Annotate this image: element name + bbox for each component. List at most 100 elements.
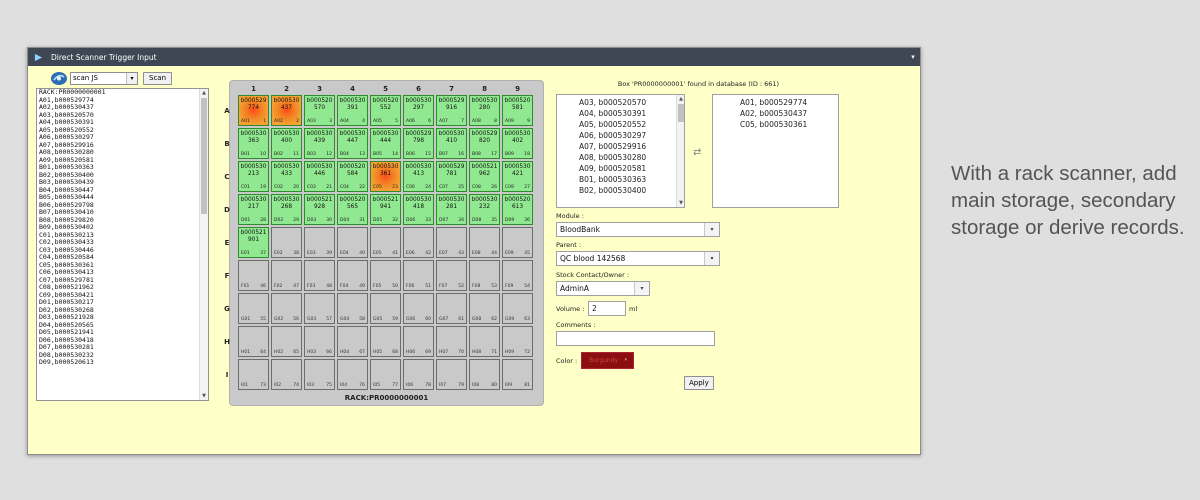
rack-well[interactable]: b000530 421 C09 27 [502, 161, 533, 192]
rack-well[interactable]: b000529 774 A01 1 [238, 95, 269, 126]
parent-select[interactable]: QC blood 142568 ▾ [556, 251, 720, 266]
rack-well[interactable]: H07 70 [436, 326, 467, 357]
rack-well[interactable]: b000520 565 D04 31 [337, 194, 368, 225]
rack-well[interactable]: b000521 962 C08 26 [469, 161, 500, 192]
owner-select[interactable]: AdminA ▾ [556, 281, 650, 296]
rack-well[interactable]: E07 43 [436, 227, 467, 258]
available-samples-list[interactable]: A03, b000520570 A04, b000530391 A05, b0005… [556, 94, 685, 208]
rack-well[interactable]: F03 48 [304, 260, 335, 291]
rack-well[interactable]: b000530 363 B01 10 [238, 128, 269, 159]
window-menu-button[interactable]: ▾ [906, 53, 920, 61]
rack-well[interactable]: I06 78 [403, 359, 434, 390]
available-list-item[interactable]: A06, b000530297 [579, 130, 646, 141]
available-list-item[interactable]: A09, b000520581 [579, 163, 646, 174]
rack-well[interactable]: b000529 798 B06 15 [403, 128, 434, 159]
selected-list-item[interactable]: A02, b000530437 [740, 108, 807, 119]
available-list-item[interactable]: A07, b000529916 [579, 141, 646, 152]
rack-well[interactable]: I09 81 [502, 359, 533, 390]
rack-well[interactable]: H09 72 [502, 326, 533, 357]
rack-well[interactable]: H04 67 [337, 326, 368, 357]
rack-well[interactable]: I02 74 [271, 359, 302, 390]
rack-well[interactable]: b000520 570 A03 3 [304, 95, 335, 126]
rack-well[interactable]: b000530 418 D06 33 [403, 194, 434, 225]
rack-well[interactable]: E02 38 [271, 227, 302, 258]
rack-well[interactable]: F07 52 [436, 260, 467, 291]
rack-well[interactable]: F09 54 [502, 260, 533, 291]
selected-list-item[interactable]: C05, b000530361 [740, 119, 807, 130]
scrollbar-thumb[interactable] [201, 98, 207, 214]
available-list-item[interactable]: B01, b000530363 [579, 174, 646, 185]
rack-well[interactable]: b000530 232 D08 35 [469, 194, 500, 225]
rack-well[interactable]: b000530 400 B02 11 [271, 128, 302, 159]
rack-well[interactable]: F02 47 [271, 260, 302, 291]
comments-input[interactable] [556, 331, 715, 346]
rack-well[interactable]: G08 62 [469, 293, 500, 324]
rack-well[interactable]: G01 55 [238, 293, 269, 324]
rack-well[interactable]: b000530 268 D02 29 [271, 194, 302, 225]
rack-well[interactable]: F01 46 [238, 260, 269, 291]
rack-well[interactable]: b000530 447 B04 13 [337, 128, 368, 159]
rack-well[interactable]: G07 61 [436, 293, 467, 324]
scroll-up-icon[interactable]: ▲ [677, 95, 684, 103]
rack-well[interactable]: H05 68 [370, 326, 401, 357]
rack-well[interactable]: b000530 391 A04 4 [337, 95, 368, 126]
rack-well[interactable]: H06 69 [403, 326, 434, 357]
rack-well[interactable]: E06 42 [403, 227, 434, 258]
scroll-down-icon[interactable]: ▼ [200, 392, 208, 400]
color-picker[interactable]: Burgundy ▾ [581, 352, 634, 369]
rack-well[interactable]: b000521 941 D05 32 [370, 194, 401, 225]
rack-well[interactable]: b000530 280 A08 8 [469, 95, 500, 126]
rack-well[interactable]: F06 51 [403, 260, 434, 291]
rack-well[interactable]: E09 45 [502, 227, 533, 258]
apply-button[interactable]: Apply [684, 376, 714, 390]
selected-samples-list[interactable]: A01, b000529774 A02, b000530437 C05, b0005… [712, 94, 839, 208]
rack-well[interactable]: G05 59 [370, 293, 401, 324]
swap-icon[interactable]: ⇄ [693, 147, 701, 158]
scroll-down-icon[interactable]: ▼ [677, 199, 684, 207]
rack-well[interactable]: E04 40 [337, 227, 368, 258]
rack-well[interactable]: I01 73 [238, 359, 269, 390]
scrollbar-thumb[interactable] [678, 104, 684, 122]
rack-well[interactable]: G03 57 [304, 293, 335, 324]
rack-well[interactable]: b000530 410 B07 16 [436, 128, 467, 159]
available-list-item[interactable]: A08, b000530280 [579, 152, 646, 163]
rack-well[interactable]: b000520 581 A09 9 [502, 95, 533, 126]
rack-well[interactable]: F08 53 [469, 260, 500, 291]
available-list-item[interactable]: A04, b000530391 [579, 108, 646, 119]
rack-well[interactable]: b000529 820 B08 17 [469, 128, 500, 159]
available-list-scrollbar[interactable]: ▲ ▼ [676, 95, 684, 207]
rack-well[interactable]: H08 71 [469, 326, 500, 357]
rack-well[interactable]: G09 63 [502, 293, 533, 324]
rack-well[interactable]: G02 56 [271, 293, 302, 324]
rack-well[interactable]: b000530 446 C03 21 [304, 161, 335, 192]
rack-well[interactable]: b000530 402 B09 18 [502, 128, 533, 159]
rack-well[interactable]: b000530 361 C05 23 [370, 161, 401, 192]
volume-input[interactable]: 2 [588, 301, 626, 316]
rack-well[interactable]: I04 76 [337, 359, 368, 390]
rack-well[interactable]: H03 66 [304, 326, 335, 357]
available-list-item[interactable]: A03, b000520570 [579, 97, 646, 108]
rack-well[interactable]: b000520 613 D09 36 [502, 194, 533, 225]
rack-well[interactable]: b000521 928 D03 30 [304, 194, 335, 225]
rack-well[interactable]: b000520 552 A05 5 [370, 95, 401, 126]
rack-well[interactable]: E03 39 [304, 227, 335, 258]
rack-well[interactable]: I08 80 [469, 359, 500, 390]
scanner-select[interactable]: scan JS ▾ [70, 72, 138, 85]
rack-well[interactable]: I03 75 [304, 359, 335, 390]
rack-well[interactable]: F04 49 [337, 260, 368, 291]
rack-well[interactable]: b000530 439 B03 12 [304, 128, 335, 159]
scan-button[interactable]: Scan [143, 72, 173, 85]
rack-well[interactable]: b000529 916 A07 7 [436, 95, 467, 126]
rack-well[interactable]: b000530 217 D01 28 [238, 194, 269, 225]
raw-scan-textarea[interactable]: RACK:PR0000000001 A01,b000529774 A02,b0005… [36, 88, 209, 401]
scroll-up-icon[interactable]: ▲ [200, 89, 208, 97]
rack-well[interactable]: b000530 413 C06 24 [403, 161, 434, 192]
selected-list-item[interactable]: A01, b000529774 [740, 97, 807, 108]
rack-well[interactable]: b000530 297 A06 6 [403, 95, 434, 126]
rack-well[interactable]: H02 65 [271, 326, 302, 357]
rack-well[interactable]: b000529 781 C07 25 [436, 161, 467, 192]
rack-well[interactable]: b000530 444 B05 14 [370, 128, 401, 159]
available-list-item[interactable]: B02, b000530400 [579, 185, 646, 196]
rack-well[interactable]: I07 79 [436, 359, 467, 390]
rack-well[interactable]: E05 41 [370, 227, 401, 258]
